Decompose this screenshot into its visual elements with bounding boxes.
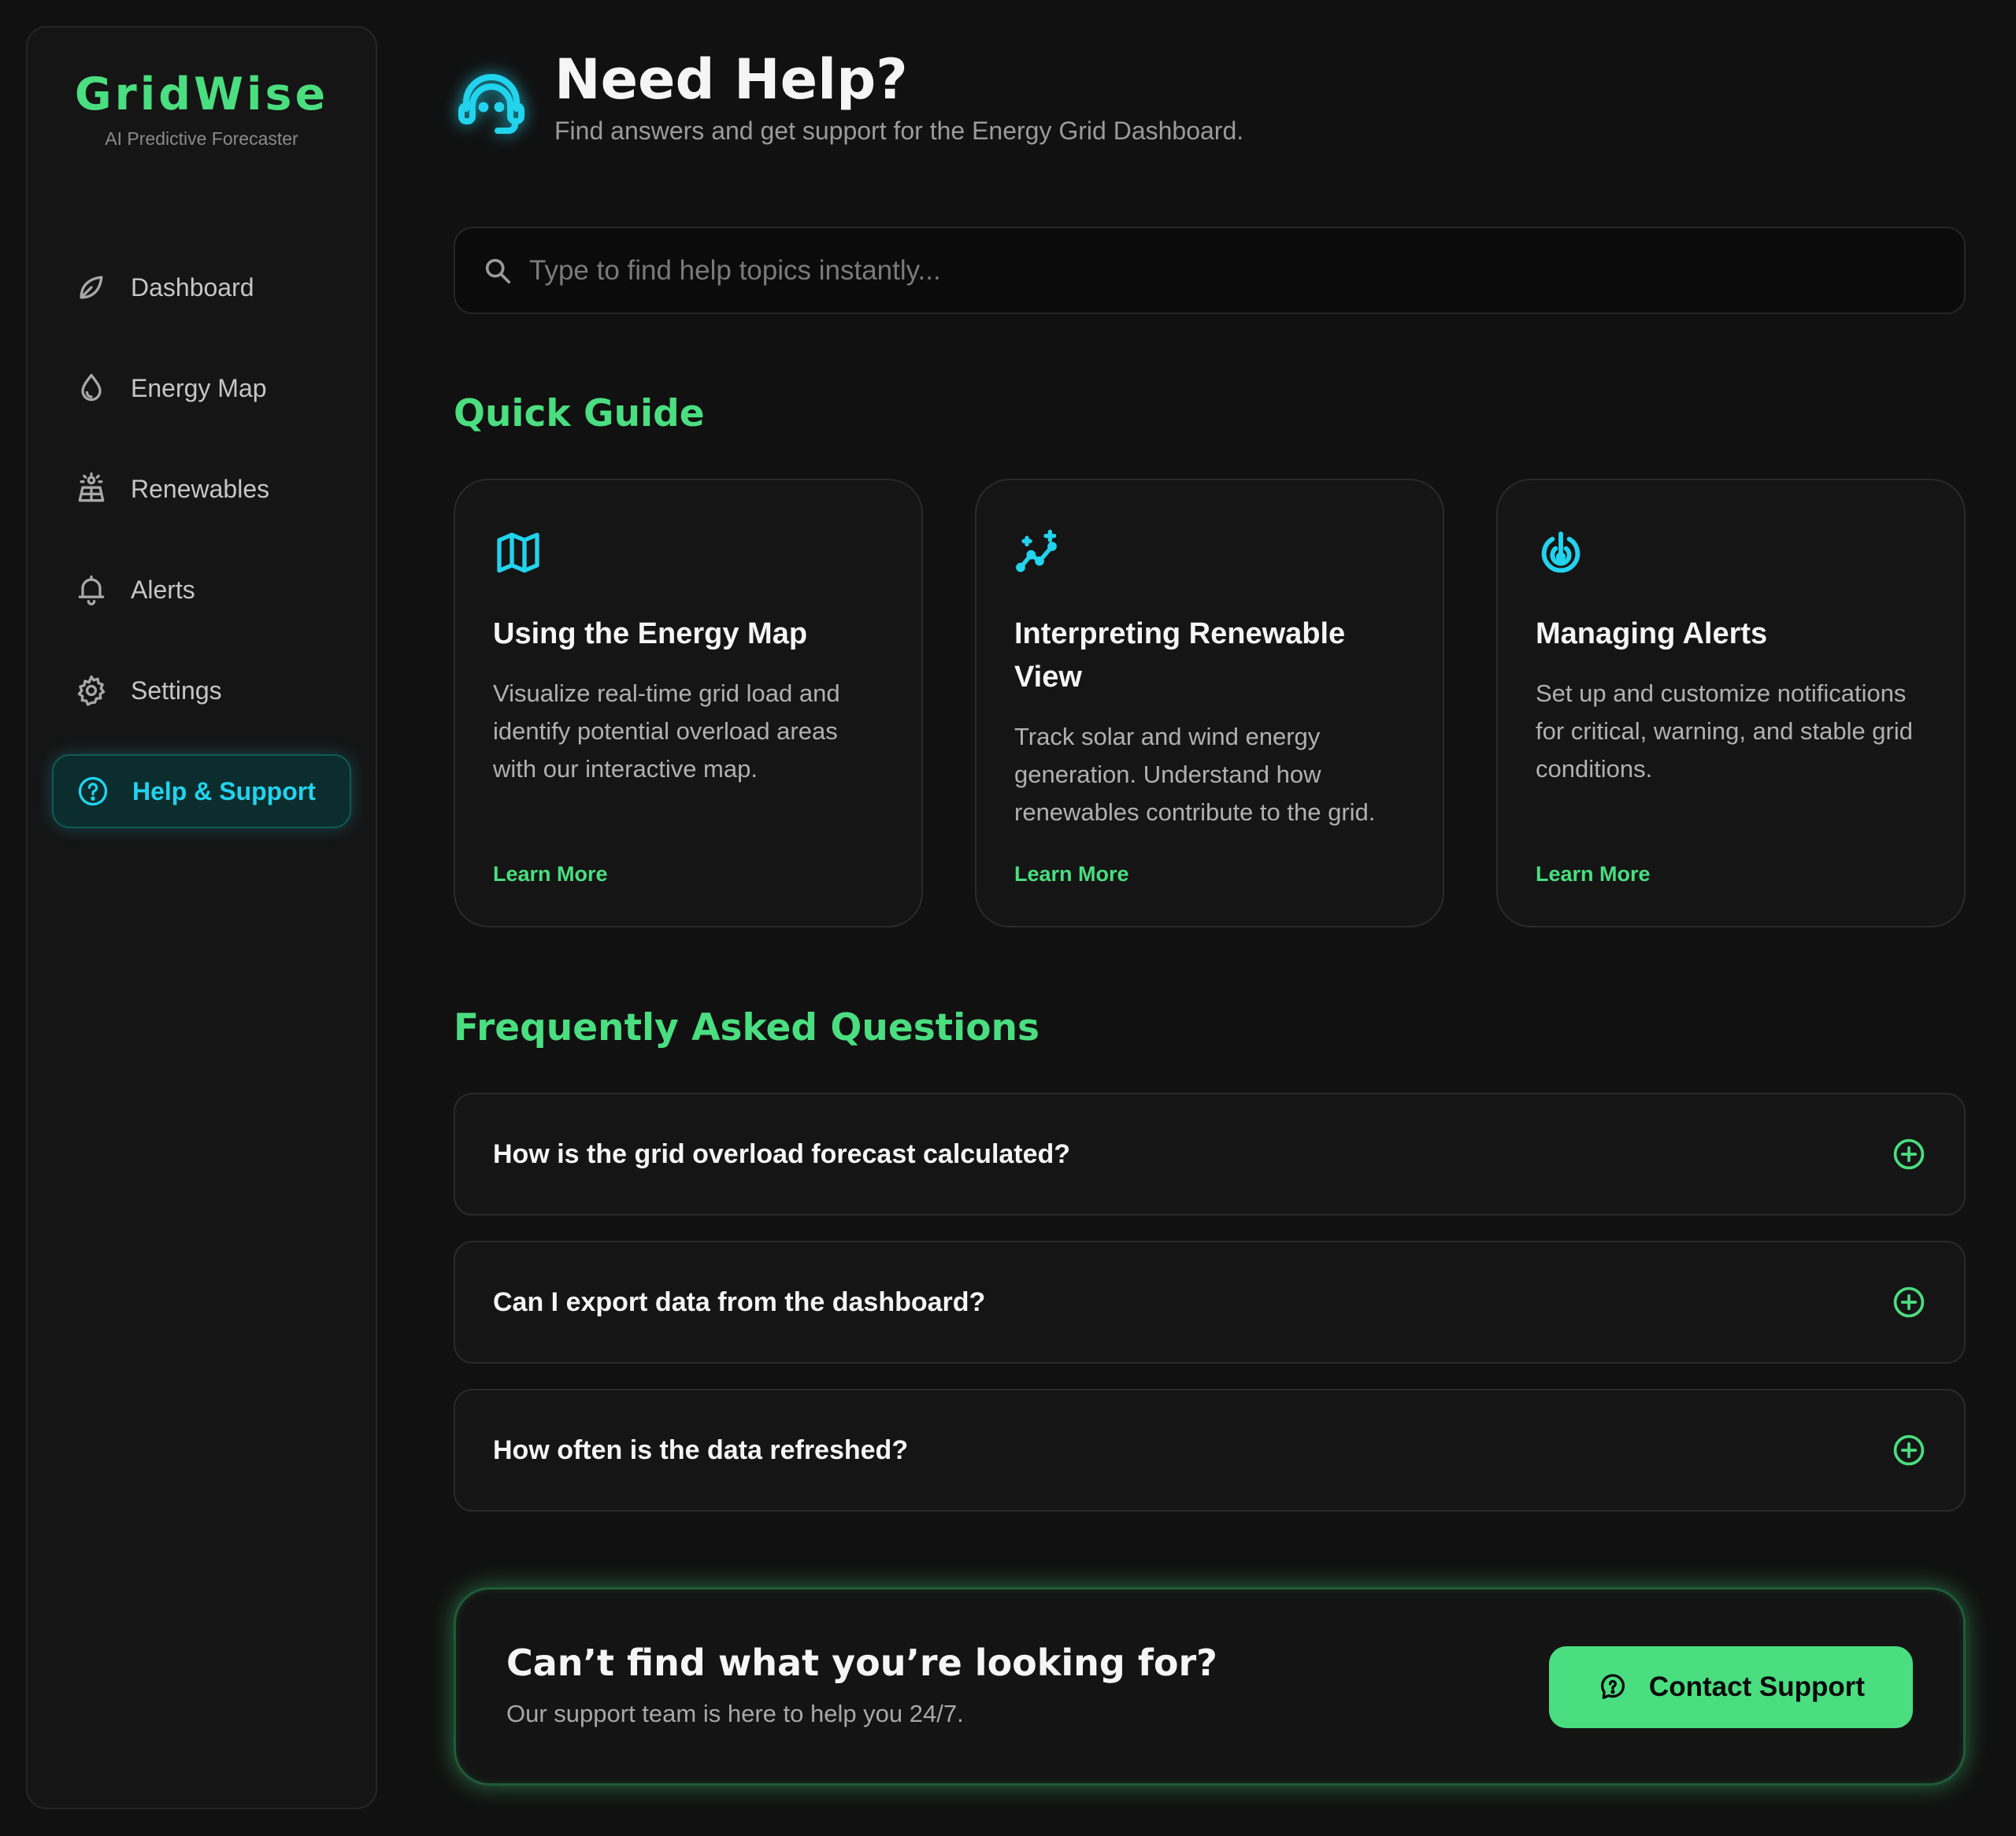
solar-panel-icon (74, 472, 109, 506)
sidebar: GridWise AI Predictive Forecaster Dashbo… (26, 26, 377, 1809)
sidebar-item-label: Energy Map (131, 373, 267, 402)
quick-guide-title: Quick Guide (454, 392, 705, 435)
sidebar-item-label: Help & Support (132, 776, 316, 805)
headset-icon (454, 65, 529, 140)
droplet-icon (74, 371, 109, 405)
sidebar-item-energy-map[interactable]: Energy Map (52, 351, 351, 425)
brand-name: GridWise (74, 68, 329, 120)
faq-item[interactable]: How often is the data refreshed? (454, 1389, 1966, 1512)
sidebar-item-dashboard[interactable]: Dashboard (52, 250, 351, 324)
contact-support-button[interactable]: Contact Support (1549, 1646, 1913, 1728)
help-circle-icon (76, 774, 110, 809)
brand: GridWise AI Predictive Forecaster (28, 68, 376, 150)
plus-circle-icon[interactable] (1892, 1433, 1926, 1468)
card-title: Managing Alerts (1536, 617, 1768, 650)
card-description: Track solar and wind energy generation. … (1014, 723, 1376, 826)
faq-item[interactable]: How is the grid overload forecast calcul… (454, 1093, 1966, 1216)
sidebar-item-label: Dashboard (131, 272, 254, 302)
card-title: Interpreting Renewable View (1014, 617, 1346, 694)
faq-question: Can I export data from the dashboard? (493, 1286, 986, 1317)
learn-more-link[interactable]: Learn More (1536, 862, 1651, 887)
search-icon (482, 255, 513, 287)
faq-title: Frequently Asked Questions (454, 1006, 1040, 1049)
leaf-icon (74, 270, 109, 305)
learn-more-link[interactable]: Learn More (493, 862, 608, 887)
guide-card-energy-map: Using the Energy Map Visualize real-time… (454, 479, 923, 927)
learn-more-link[interactable]: Learn More (1014, 862, 1129, 887)
sidebar-item-label: Settings (131, 676, 222, 705)
quick-guide-cards: Using the Energy Map Visualize real-time… (454, 479, 1966, 927)
map-icon (493, 527, 884, 578)
search-input[interactable] (529, 228, 1964, 313)
page-title: Need Help? (554, 47, 908, 112)
page-header: Need Help? Find answers and get support … (454, 46, 1966, 156)
sidebar-item-label: Renewables (131, 474, 270, 503)
sidebar-item-help-support[interactable]: Help & Support (52, 754, 351, 828)
guide-card-managing-alerts: Managing Alerts Set up and customize not… (1496, 479, 1966, 927)
card-description: Visualize real-time grid load and identi… (493, 679, 840, 783)
bell-icon (74, 572, 109, 607)
sidebar-item-alerts[interactable]: Alerts (52, 553, 351, 627)
contact-support-label: Contact Support (1648, 1671, 1866, 1702)
faq-question: How often is the data refreshed? (493, 1434, 909, 1465)
sidebar-item-renewables[interactable]: Renewables (52, 452, 351, 526)
cta-subtitle: Our support team is here to help you 24/… (506, 1700, 964, 1727)
brand-tagline: AI Predictive Forecaster (105, 128, 298, 149)
faq-item[interactable]: Can I export data from the dashboard? (454, 1241, 1966, 1364)
page-subtitle: Find answers and get support for the Ene… (554, 117, 1244, 145)
help-bubble-icon (1597, 1671, 1629, 1703)
sidebar-item-settings[interactable]: Settings (52, 653, 351, 727)
sidebar-nav: Dashboard Energy Map Renewables Alerts S… (28, 250, 376, 828)
search-bar (454, 227, 1966, 314)
sidebar-item-label: Alerts (131, 575, 195, 604)
gear-icon (74, 673, 109, 708)
card-description: Set up and customize notifications for c… (1536, 679, 1914, 783)
plus-circle-icon[interactable] (1892, 1285, 1926, 1320)
contact-cta: Can’t find what you’re looking for? Our … (454, 1587, 1966, 1786)
target-alert-icon (1536, 527, 1926, 578)
plus-circle-icon[interactable] (1892, 1137, 1926, 1172)
sparkle-chart-icon (1014, 527, 1405, 578)
faq-question: How is the grid overload forecast calcul… (493, 1138, 1071, 1169)
card-title: Using the Energy Map (493, 617, 808, 650)
guide-card-renewable-view: Interpreting Renewable View Track solar … (975, 479, 1444, 927)
cta-title: Can’t find what you’re looking for? (506, 1642, 1217, 1684)
